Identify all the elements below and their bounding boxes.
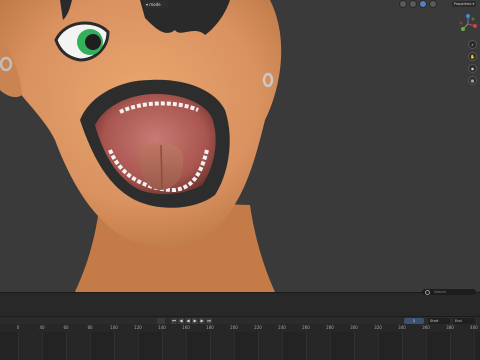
- timeline-frame-band: [210, 332, 234, 360]
- timeline-frame-band: [450, 332, 474, 360]
- zoom-icon[interactable]: ⌕: [468, 40, 477, 49]
- timeline-frame-band: [114, 332, 138, 360]
- timeline-gridline: [234, 332, 235, 360]
- gizmo-z-axis-icon[interactable]: [466, 14, 470, 18]
- timeline-tick-label: 360: [422, 325, 430, 330]
- perspective-toggle-icon[interactable]: ▦: [468, 76, 477, 85]
- blender-window: ▾ mode Properties ▾ ⌕ ✋ ◉ ▦ Search ⏮ ◀ ◀…: [0, 0, 480, 360]
- timeline-tick-label: 260: [302, 325, 310, 330]
- timeline-tick-label: 80: [87, 325, 93, 330]
- timeline-frame-band: [258, 332, 282, 360]
- navigation-gizmo[interactable]: [458, 14, 478, 34]
- timeline-gridline: [90, 332, 91, 360]
- gizmo-y-axis-icon[interactable]: [461, 27, 465, 31]
- timeline-gridline: [378, 332, 379, 360]
- timeline-gridline: [330, 332, 331, 360]
- shading-buttons: [399, 0, 437, 8]
- mode-dropdown[interactable]: ▾ mode: [144, 1, 168, 8]
- timeline-tick-label: 100: [110, 325, 118, 330]
- timeline-tick-label: 40: [39, 325, 45, 330]
- timeline-tick-label: 60: [63, 325, 69, 330]
- timeline-tick-label: 340: [398, 325, 406, 330]
- timeline-tick-label: 140: [158, 325, 166, 330]
- solid-shading-button[interactable]: [409, 0, 417, 8]
- timeline-gridline: [186, 332, 187, 360]
- timeline-gridline: [474, 332, 475, 360]
- 3d-viewport[interactable]: ▾ mode Properties ▾ ⌕ ✋ ◉ ▦: [0, 0, 480, 292]
- timeline-gridline: [282, 332, 283, 360]
- timeline-frames[interactable]: [0, 332, 480, 360]
- timeline-gridline: [426, 332, 427, 360]
- timeline-area: Search: [0, 289, 480, 317]
- timeline-frame-band: [162, 332, 186, 360]
- character-head-render: [0, 0, 282, 292]
- timeline-tick-label: 120: [134, 325, 142, 330]
- timeline-tick-label: 160: [182, 325, 190, 330]
- material-shading-button[interactable]: [419, 0, 427, 8]
- timeline-tick-label: 240: [278, 325, 286, 330]
- timeline-tick-label: 320: [374, 325, 382, 330]
- pan-icon[interactable]: ✋: [468, 52, 477, 61]
- timeline-tick-label: 380: [446, 325, 454, 330]
- timeline-tick-label: 200: [230, 325, 238, 330]
- gizmo-x-axis-icon[interactable]: [473, 24, 477, 28]
- rendered-shading-button[interactable]: [429, 0, 437, 8]
- timeline-tick-label: 400: [470, 325, 478, 330]
- timeline-frame-band: [18, 332, 42, 360]
- search-icon: [425, 290, 430, 295]
- timeline-frame-band: [354, 332, 378, 360]
- timeline-tick-label: 180: [206, 325, 214, 330]
- camera-view-icon[interactable]: ◉: [468, 64, 477, 73]
- timeline-tick-label: 220: [254, 325, 262, 330]
- timeline-gridline: [42, 332, 43, 360]
- viewport-nav-icons: ⌕ ✋ ◉ ▦: [468, 40, 477, 85]
- timeline-frame-band: [66, 332, 90, 360]
- wireframe-shading-button[interactable]: [399, 0, 407, 8]
- timeline-search-input[interactable]: Search: [422, 289, 476, 295]
- viewport-header: ▾ mode Properties ▾: [0, 0, 480, 10]
- timeline-ruler[interactable]: 0 40 60 80 100 120 140 160 180 200 220 240 260 280 300…: [0, 324, 480, 332]
- properties-dropdown[interactable]: Properties ▾: [452, 1, 476, 7]
- timeline-tick-label: 280: [326, 325, 334, 330]
- timeline-tick-label: 300: [350, 325, 358, 330]
- timeline-frame-band: [306, 332, 330, 360]
- timeline-tick-label: 0: [16, 325, 20, 330]
- search-placeholder: Search: [434, 290, 447, 294]
- timeline-frame-band: [402, 332, 426, 360]
- timeline-gridline: [138, 332, 139, 360]
